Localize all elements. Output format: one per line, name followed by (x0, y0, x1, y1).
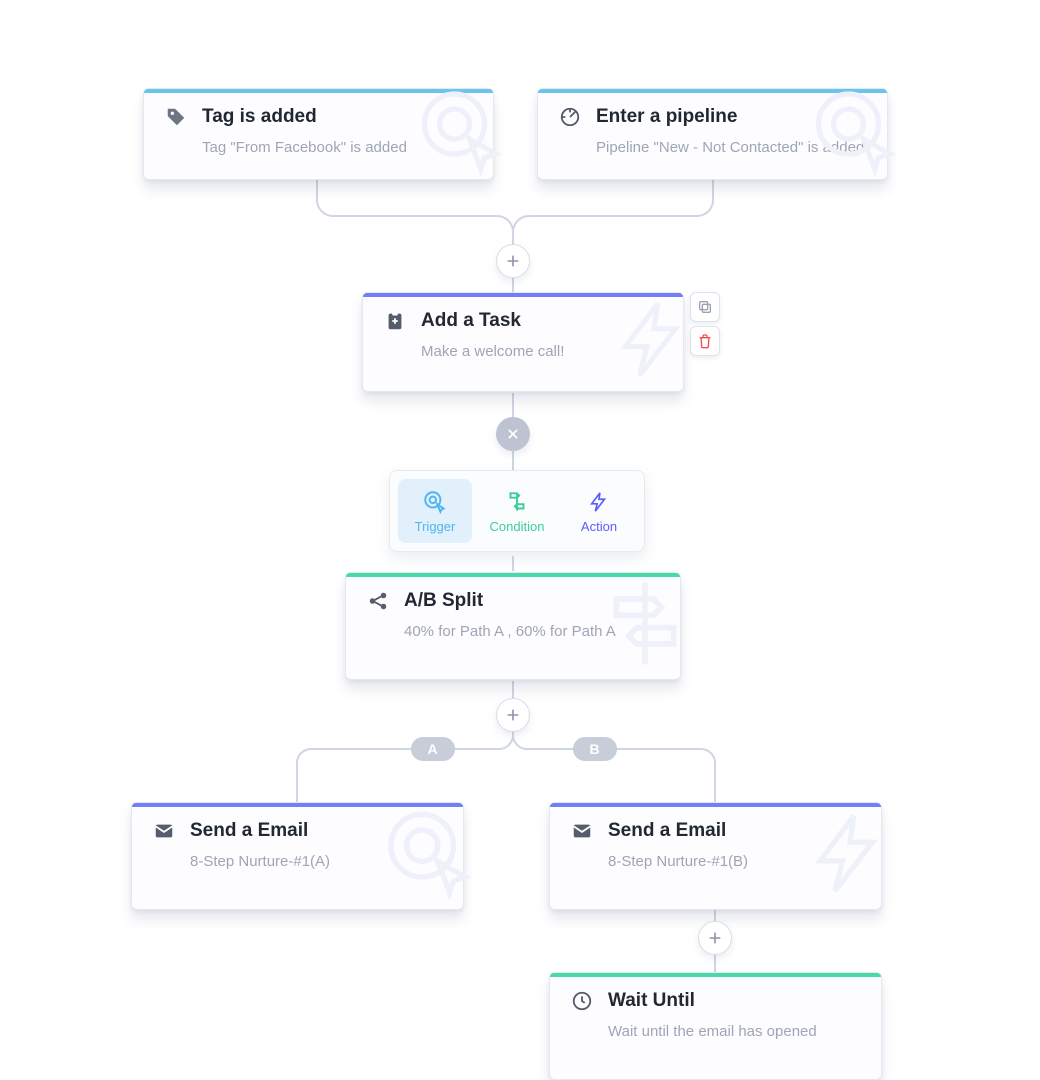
condition-card-ab-split[interactable]: A/B Split 40% for Path A , 60% for Path … (345, 572, 681, 680)
card-title: Send a Email (190, 820, 308, 842)
envelope-icon (152, 819, 176, 843)
card-title: A/B Split (404, 590, 483, 612)
card-title: Tag is added (202, 106, 317, 128)
selector-option-action[interactable]: Action (562, 479, 636, 543)
selector-option-trigger[interactable]: Trigger (398, 479, 472, 543)
card-subtitle: Tag "From Facebook" is added (164, 139, 473, 156)
copy-step-button[interactable] (690, 292, 720, 322)
card-title: Send a Email (608, 820, 726, 842)
delete-step-button[interactable] (690, 326, 720, 356)
card-subtitle: Wait until the email has opened (570, 1023, 861, 1040)
card-subtitle: Make a welcome call! (383, 343, 663, 360)
clock-icon (570, 989, 594, 1013)
tag-add-icon (164, 105, 188, 129)
share-split-icon (366, 589, 390, 613)
card-subtitle: 8-Step Nurture-#1(A) (152, 853, 443, 870)
card-subtitle: Pipeline "New - Not Contacted" is added (558, 139, 867, 156)
cursor-target-icon (811, 87, 901, 182)
cursor-target-icon (417, 87, 507, 182)
target-arrow-icon (558, 105, 582, 129)
add-step-button[interactable] (698, 921, 732, 955)
card-title: Wait Until (608, 990, 695, 1012)
card-subtitle: 40% for Path A , 60% for Path A (366, 623, 660, 640)
envelope-icon (570, 819, 594, 843)
card-title: Add a Task (421, 310, 521, 332)
trigger-card-enter-pipeline[interactable]: Enter a pipeline Pipeline "New - Not Con… (537, 88, 888, 180)
path-a-pill: A (411, 737, 455, 761)
selector-label: Trigger (415, 519, 456, 534)
step-type-selector: Trigger Condition Action (389, 470, 645, 552)
add-step-button[interactable] (496, 244, 530, 278)
trigger-card-tag-added[interactable]: Tag is added Tag "From Facebook" is adde… (143, 88, 494, 180)
selector-label: Action (581, 519, 617, 534)
selector-option-condition[interactable]: Condition (480, 479, 554, 543)
close-selector-button[interactable] (496, 417, 530, 451)
clipboard-plus-icon (383, 309, 407, 333)
action-card-send-email-a[interactable]: Send a Email 8-Step Nurture-#1(A) (131, 802, 464, 910)
condition-card-wait-until[interactable]: Wait Until Wait until the email has open… (549, 972, 882, 1080)
card-subtitle: 8-Step Nurture-#1(B) (570, 853, 861, 870)
selector-label: Condition (490, 519, 545, 534)
path-b-pill: B (573, 737, 617, 761)
action-card-send-email-b[interactable]: Send a Email 8-Step Nurture-#1(B) (549, 802, 882, 910)
card-title: Enter a pipeline (596, 106, 737, 128)
add-step-button[interactable] (496, 698, 530, 732)
action-card-add-task[interactable]: Add a Task Make a welcome call! (362, 292, 684, 392)
